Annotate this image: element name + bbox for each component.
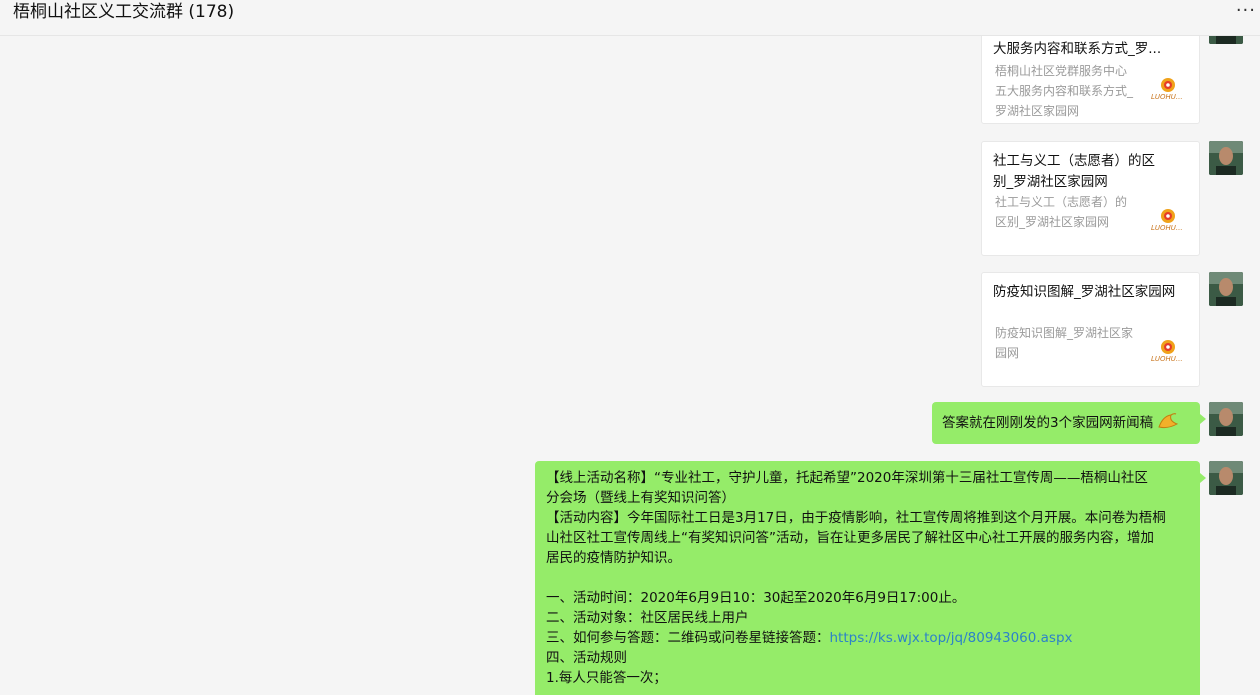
- message-line: 山社区社工宣传周线上“有奖知识问答”活动，旨在让更多居民了解社区中心社工开展的服…: [546, 530, 1154, 546]
- card-title: 社工与义工（志愿者）的区 别_罗湖社区家园网: [993, 153, 1155, 190]
- emoji-icon: [1158, 413, 1179, 429]
- message-line: 1.每人只能答一次；: [546, 670, 667, 686]
- text-message[interactable]: 【线上活动名称】“专业社工，守护儿童，托起希望”2020年深圳第十三届社工宣传周…: [535, 461, 1206, 695]
- user-avatar[interactable]: [1209, 461, 1243, 495]
- user-avatar[interactable]: [1209, 141, 1243, 175]
- message-line: 分会场（暨线上有奖知识问答）: [546, 490, 735, 506]
- svg-text:LUOHU...: LUOHU...: [1151, 355, 1183, 363]
- link-card[interactable]: 防疫知识图解_罗湖社区家园网 防疫知识图解_罗湖社区家 园网 LUOHU...: [981, 272, 1200, 387]
- chat-title: 梧桐山社区义工交流群 (178): [13, 2, 235, 22]
- text-message[interactable]: 答案就在刚刚发的3个家园网新闻稿: [932, 402, 1206, 444]
- user-avatar[interactable]: [1209, 36, 1243, 44]
- message-list[interactable]: 大服务内容和联系方式_罗... 梧桐山社区党群服务中心 五大服务内容和联系方式_…: [0, 36, 1260, 695]
- message-line: 【活动内容】今年国际社工日是3月17日，由于疫情影响，社工宣传周将推到这个月开展…: [546, 510, 1166, 526]
- card-title: 防疫知识图解_罗湖社区家园网: [993, 284, 1176, 300]
- message-line: 二、活动对象：社区居民线上用户: [546, 610, 749, 626]
- card-description: 梧桐山社区党群服务中心 五大服务内容和联系方式_ 罗湖社区家园网: [995, 64, 1134, 118]
- svg-text:LUOHU...: LUOHU...: [1151, 93, 1183, 101]
- message-line: 四、活动规则: [546, 650, 627, 666]
- card-description: 防疫知识图解_罗湖社区家 园网: [995, 326, 1134, 360]
- message-line: 【线上活动名称】“专业社工，守护儿童，托起希望”2020年深圳第十三届社工宣传周…: [546, 470, 1148, 486]
- chat-header: 梧桐山社区义工交流群 (178) ···: [0, 0, 1260, 36]
- user-avatar[interactable]: [1209, 272, 1243, 306]
- card-description: 社工与义工（志愿者）的 区别_罗湖社区家园网: [995, 195, 1128, 229]
- message-line: [546, 568, 1189, 588]
- more-options-icon[interactable]: ···: [1236, 0, 1256, 22]
- luohu-logo-icon: LUOHU...: [1151, 78, 1183, 101]
- link-card[interactable]: 大服务内容和联系方式_罗... 梧桐山社区党群服务中心 五大服务内容和联系方式_…: [981, 36, 1200, 124]
- message-line: 一、活动时间：2020年6月9日10：30起至2020年6月9日17:00止。: [546, 590, 966, 606]
- message-text: 答案就在刚刚发的3个家园网新闻稿: [942, 415, 1154, 431]
- message-line: 居民的疫情防护知识。: [546, 550, 681, 566]
- luohu-logo-icon: LUOHU...: [1151, 209, 1183, 232]
- luohu-logo-icon: LUOHU...: [1151, 340, 1183, 363]
- message-line: 三、如何参与答题：二维码或问卷星链接答题：https://ks.wjx.top/…: [546, 630, 1073, 646]
- survey-link[interactable]: https://ks.wjx.top/jq/80943060.aspx: [830, 630, 1073, 646]
- svg-text:LUOHU...: LUOHU...: [1151, 224, 1183, 232]
- link-card[interactable]: 社工与义工（志愿者）的区 别_罗湖社区家园网 社工与义工（志愿者）的 区别_罗湖…: [981, 141, 1200, 256]
- card-title: 大服务内容和联系方式_罗...: [993, 41, 1162, 57]
- user-avatar[interactable]: [1209, 402, 1243, 436]
